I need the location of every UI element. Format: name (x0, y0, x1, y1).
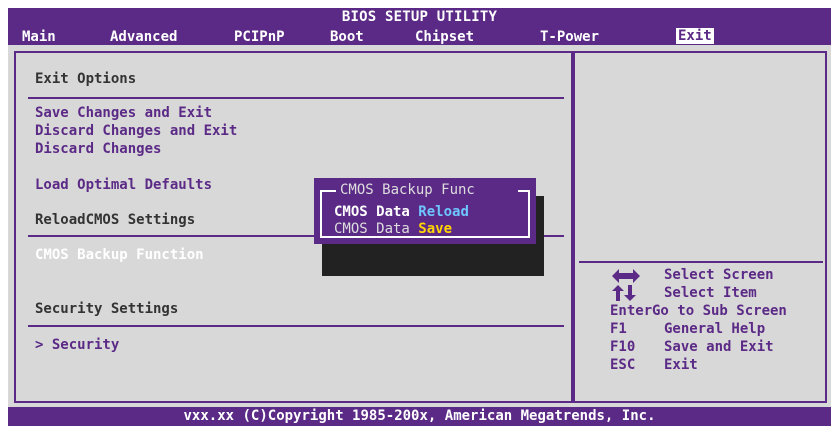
up-down-arrow-icon (612, 285, 636, 301)
help-select-item: Select Item (664, 285, 757, 301)
load-optimal-defaults-option[interactable]: Load Optimal Defaults (35, 177, 212, 193)
menu-exit[interactable]: Exit (676, 28, 714, 44)
menu-pcipnp[interactable]: PCIPnP (234, 29, 285, 45)
menu-t-power[interactable]: T-Power (540, 29, 599, 45)
discard-changes-and-exit-option[interactable]: Discard Changes and Exit (35, 123, 237, 139)
copyright-text: vxx.xx (C)Copyright 1985-200x, American … (183, 408, 656, 424)
menu-main[interactable]: Main (22, 29, 56, 45)
help-f10-key: F10 (610, 339, 636, 355)
security-settings-header: Security Settings (35, 301, 179, 317)
popup-frame-top-right (518, 190, 530, 192)
reload-cmos-settings-header: ReloadCMOS Settings (35, 212, 196, 228)
exit-options-header: Exit Options (35, 71, 137, 87)
cmos-backup-function-option[interactable]: CMOS Backup Function (35, 247, 204, 263)
cmos-backup-popup: CMOS Backup Func CMOS Data Reload CMOS D… (314, 178, 536, 244)
panel-divider (571, 51, 575, 403)
help-f1-desc: General Help (664, 321, 766, 337)
help-select-screen: Select Screen (664, 267, 774, 283)
popup-option-save-keyword: Save (418, 221, 453, 237)
bios-title: BIOS SETUP UTILITY (341, 9, 498, 25)
left-right-arrow-icon (612, 269, 640, 283)
help-separator (579, 261, 823, 263)
bios-screen: BIOS SETUP UTILITY Main Advanced PCIPnP … (0, 0, 831, 426)
popup-frame-top-left (320, 190, 336, 192)
help-enter-desc: Go to Sub Screen (652, 303, 787, 319)
help-esc-desc: Exit (664, 357, 698, 373)
top-menu-bar: BIOS SETUP UTILITY Main Advanced PCIPnP … (8, 8, 831, 45)
security-separator (28, 325, 564, 327)
popup-option-reload-prefix: CMOS Data (334, 204, 419, 220)
help-f10-desc: Save and Exit (664, 339, 774, 355)
popup-title: CMOS Backup Func (340, 182, 475, 198)
discard-changes-option[interactable]: Discard Changes (35, 141, 161, 157)
help-f1-key: F1 (610, 321, 627, 337)
menu-advanced[interactable]: Advanced (110, 29, 177, 45)
header-separator (28, 97, 564, 99)
menu-boot[interactable]: Boot (330, 29, 364, 45)
popup-option-reload[interactable]: CMOS Data Reload (334, 204, 469, 220)
popup-option-save[interactable]: CMOS Data Save (334, 221, 452, 237)
security-submenu-option[interactable]: > Security (35, 337, 119, 353)
help-esc-key: ESC (610, 357, 636, 373)
popup-option-save-prefix: CMOS Data (334, 221, 419, 237)
menu-chipset[interactable]: Chipset (415, 29, 474, 45)
save-changes-and-exit-option[interactable]: Save Changes and Exit (35, 105, 212, 121)
help-enter-key: Enter (610, 303, 653, 319)
footer-bar: vxx.xx (C)Copyright 1985-200x, American … (8, 407, 831, 426)
popup-option-reload-keyword: Reload (418, 204, 469, 220)
